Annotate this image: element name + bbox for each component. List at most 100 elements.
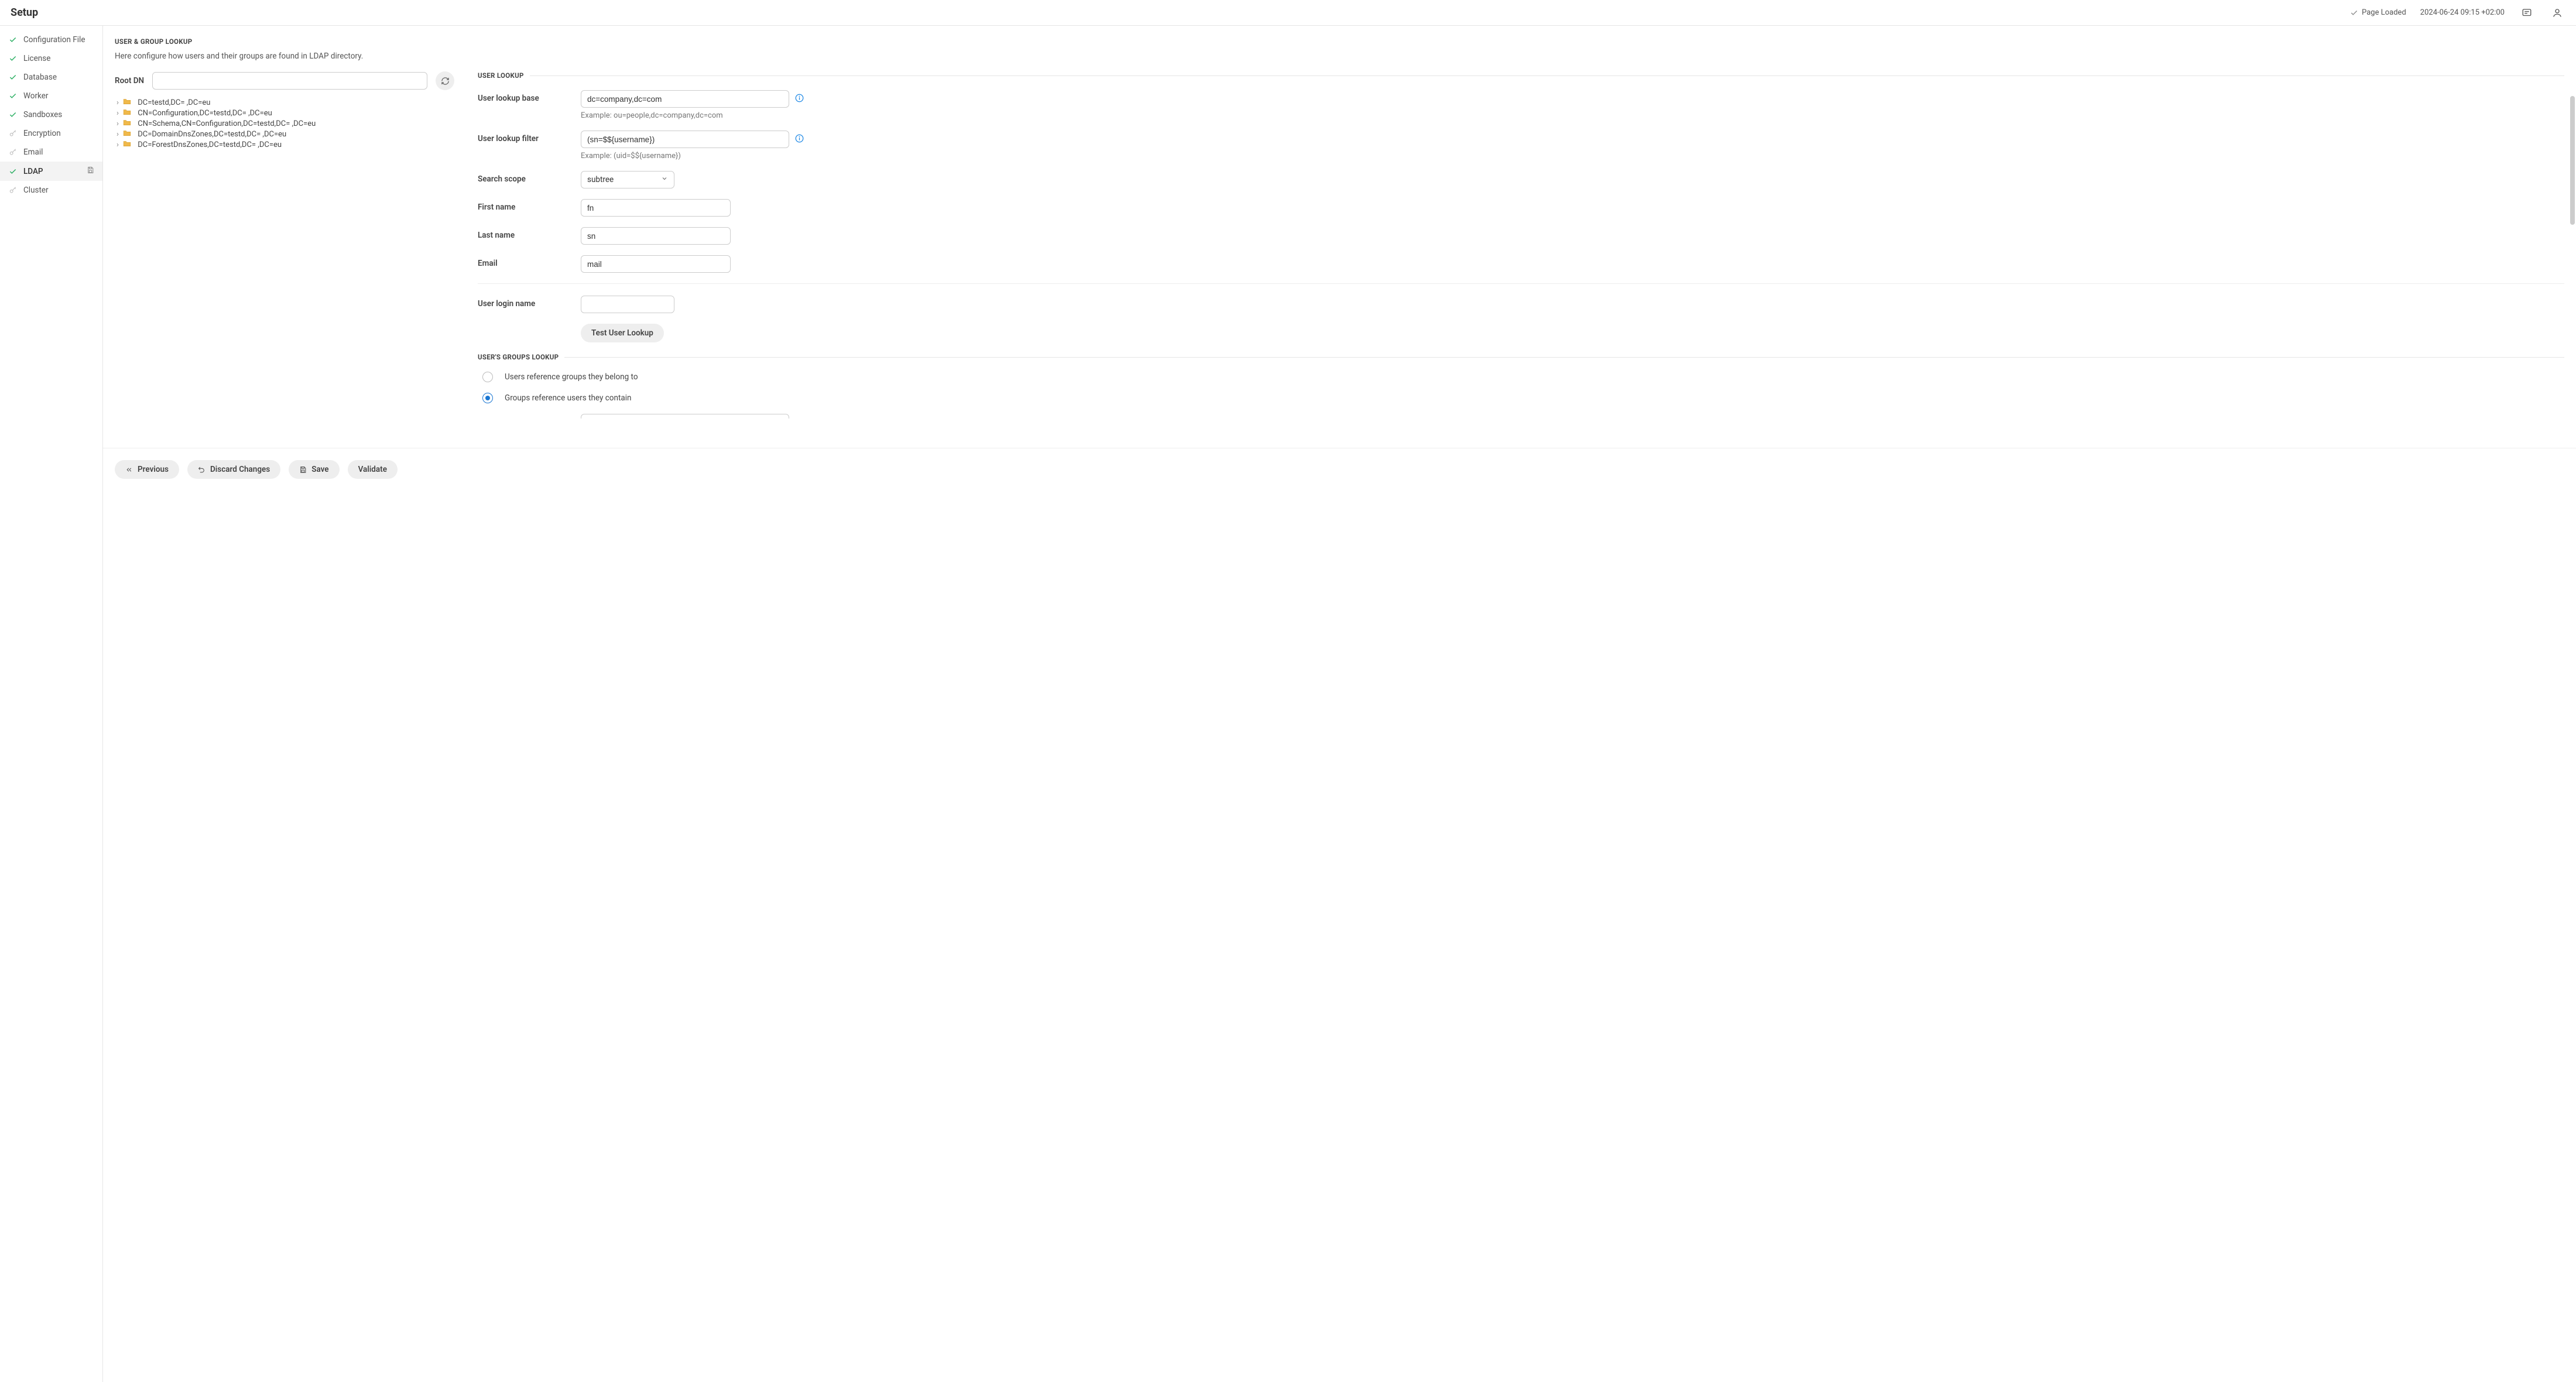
save-icon <box>299 466 307 474</box>
sidebar-item-label: Database <box>23 73 57 82</box>
folder-icon <box>123 129 131 139</box>
key-icon <box>8 148 18 157</box>
comments-icon[interactable] <box>2519 5 2535 21</box>
divider <box>564 357 2564 358</box>
user-lookup-base-input[interactable] <box>581 90 789 108</box>
sidebar-item-license[interactable]: License <box>0 49 102 68</box>
key-icon <box>8 186 18 195</box>
folder-icon <box>123 140 131 149</box>
user-lookup-title: USER LOOKUP <box>478 71 524 80</box>
folder-icon <box>123 108 131 118</box>
check-icon <box>8 91 18 101</box>
sidebar: Configuration File License Database Work… <box>0 26 103 1382</box>
sidebar-item-email[interactable]: Email <box>0 143 102 162</box>
folder-icon <box>123 98 131 107</box>
dn-tree: › DC=testd,DC= ,DC=eu › CN=Configuration… <box>115 97 454 150</box>
timestamp: 2024-06-24 09:15 +02:00 <box>2420 8 2505 17</box>
radio-users-reference-groups[interactable] <box>482 372 493 382</box>
tree-node[interactable]: › DC=ForestDnsZones,DC=testd,DC= ,DC=eu <box>115 139 454 150</box>
tree-node[interactable]: › CN=Configuration,DC=testd,DC= ,DC=eu <box>115 108 454 118</box>
chevron-right-icon: › <box>115 109 121 118</box>
tree-node-label: CN=Schema,CN=Configuration,DC=testd,DC= … <box>138 119 316 128</box>
discard-changes-button[interactable]: Discard Changes <box>187 460 280 479</box>
tree-node-label: DC=DomainDnsZones,DC=testd,DC= ,DC=eu <box>138 130 286 139</box>
sidebar-item-sandboxes[interactable]: Sandboxes <box>0 105 102 124</box>
sidebar-item-label: Configuration File <box>23 35 85 44</box>
user-lookup-filter-hint: Example: (uid=$${username}) <box>581 152 804 160</box>
save-button[interactable]: Save <box>289 460 339 479</box>
chevron-right-icon: › <box>115 98 121 107</box>
key-icon <box>8 129 18 138</box>
chevron-right-icon: › <box>115 130 121 139</box>
last-name-input[interactable] <box>581 227 731 245</box>
status-badge: Page Loaded <box>2350 8 2406 17</box>
validate-button[interactable]: Validate <box>348 460 398 479</box>
refresh-icon <box>441 77 450 85</box>
button-label: Validate <box>358 465 387 474</box>
user-login-name-input[interactable] <box>581 296 674 313</box>
sidebar-item-label: Cluster <box>23 186 49 195</box>
page-title: Setup <box>11 6 38 19</box>
user-lookup-base-label: User lookup base <box>478 90 581 103</box>
tree-node[interactable]: › DC=testd,DC= ,DC=eu <box>115 97 454 108</box>
check-icon <box>8 54 18 63</box>
chevron-down-icon <box>661 175 668 184</box>
previous-button[interactable]: Previous <box>115 460 179 479</box>
button-label: Previous <box>138 465 169 474</box>
info-icon[interactable] <box>795 134 804 145</box>
footer: Previous Discard Changes Save Validate <box>103 448 2576 491</box>
unsaved-indicator-icon <box>87 166 94 176</box>
sidebar-item-label: Email <box>23 148 43 157</box>
root-dn-label: Root DN <box>115 76 144 85</box>
sidebar-item-configuration-file[interactable]: Configuration File <box>0 30 102 49</box>
email-input[interactable] <box>581 255 731 273</box>
tree-node-label: CN=Configuration,DC=testd,DC= ,DC=eu <box>138 109 272 118</box>
search-scope-select[interactable]: subtree <box>581 171 674 188</box>
tree-node-label: DC=testd,DC= ,DC=eu <box>138 98 210 107</box>
user-lookup-panel: USER LOOKUP User lookup base Example: ou… <box>478 71 2564 430</box>
sidebar-item-label: Encryption <box>23 129 61 138</box>
sidebar-item-database[interactable]: Database <box>0 68 102 87</box>
folder-icon <box>123 119 131 128</box>
info-icon[interactable] <box>795 94 804 105</box>
root-dn-input[interactable] <box>152 72 427 90</box>
topbar-right: Page Loaded 2024-06-24 09:15 +02:00 <box>2350 5 2565 21</box>
sidebar-item-cluster[interactable]: Cluster <box>0 181 102 200</box>
partial-input[interactable] <box>581 414 789 419</box>
search-scope-value: subtree <box>587 175 614 184</box>
button-label: Test User Lookup <box>591 328 653 338</box>
radio-label: Groups reference users they contain <box>505 393 631 403</box>
refresh-button[interactable] <box>436 71 454 90</box>
check-icon <box>8 110 18 119</box>
check-icon <box>8 73 18 82</box>
chevron-right-icon: › <box>115 140 121 149</box>
chevron-right-icon: › <box>115 119 121 128</box>
email-label: Email <box>478 255 581 268</box>
tree-node[interactable]: › DC=DomainDnsZones,DC=testd,DC= ,DC=eu <box>115 129 454 139</box>
user-lookup-base-hint: Example: ou=people,dc=company,dc=com <box>581 111 804 120</box>
first-name-input[interactable] <box>581 199 731 217</box>
search-scope-label: Search scope <box>478 171 581 184</box>
button-label: Discard Changes <box>210 465 270 474</box>
first-name-label: First name <box>478 199 581 212</box>
sidebar-item-label: Worker <box>23 91 49 101</box>
topbar: Setup Page Loaded 2024-06-24 09:15 +02:0… <box>0 0 2576 26</box>
sidebar-item-label: LDAP <box>23 167 43 176</box>
section-title: USER & GROUP LOOKUP <box>115 37 2564 46</box>
sidebar-item-ldap[interactable]: LDAP <box>0 162 102 181</box>
radio-groups-reference-users[interactable] <box>482 393 493 403</box>
tree-node[interactable]: › CN=Schema,CN=Configuration,DC=testd,DC… <box>115 118 454 129</box>
button-label: Save <box>311 465 328 474</box>
groups-lookup-title: USER'S GROUPS LOOKUP <box>478 353 559 361</box>
check-icon <box>8 167 18 176</box>
check-icon <box>8 35 18 44</box>
sidebar-item-encryption[interactable]: Encryption <box>0 124 102 143</box>
sidebar-item-worker[interactable]: Worker <box>0 87 102 105</box>
chevrons-left-icon <box>125 466 133 474</box>
last-name-label: Last name <box>478 227 581 240</box>
user-lookup-filter-input[interactable] <box>581 131 789 148</box>
check-icon <box>2350 9 2358 17</box>
user-icon[interactable] <box>2549 5 2565 21</box>
sidebar-item-label: Sandboxes <box>23 110 62 119</box>
test-user-lookup-button[interactable]: Test User Lookup <box>581 324 664 342</box>
